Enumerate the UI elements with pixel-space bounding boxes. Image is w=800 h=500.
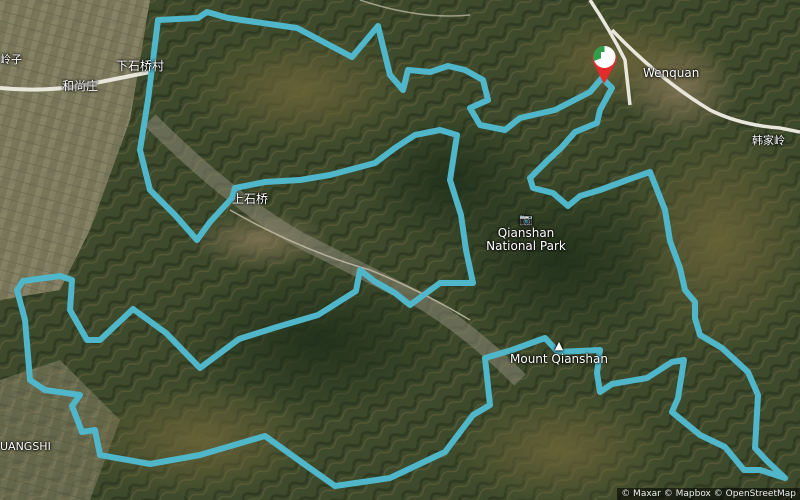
map-view[interactable]: 岭子 下石桥村 和尚庄 上石桥 Wenquan 韩家岭 UANGSHI 📷 Qi…: [0, 0, 800, 500]
place-label-uangshi: UANGSHI: [0, 440, 51, 453]
poi-label: Mount Qianshan: [510, 351, 608, 366]
attribution-maxar[interactable]: © Maxar: [621, 489, 661, 499]
poi-qianshan-national-park[interactable]: 📷 Qianshan National Park: [482, 213, 570, 254]
poi-mount-qianshan[interactable]: ▲ Mount Qianshan: [510, 339, 608, 366]
place-label-he-shang-zhuang: 和尚庄: [62, 79, 99, 93]
place-label-wenquan: Wenquan: [643, 66, 700, 80]
place-label-shang-shiqiao: 上石桥: [232, 192, 269, 206]
place-label-xia-shiqiao-cun: 下石桥村: [116, 59, 165, 73]
place-label-han-jia-ling: 韩家岭: [752, 134, 785, 147]
map-attribution: © Maxar © Mapbox © OpenStreetMap: [617, 488, 800, 500]
place-label-ling-zi: 岭子: [0, 53, 22, 66]
poi-label: Qianshan National Park: [486, 225, 566, 254]
attribution-osm[interactable]: © OpenStreetMap: [714, 489, 796, 499]
attribution-mapbox[interactable]: © Mapbox: [664, 489, 711, 499]
